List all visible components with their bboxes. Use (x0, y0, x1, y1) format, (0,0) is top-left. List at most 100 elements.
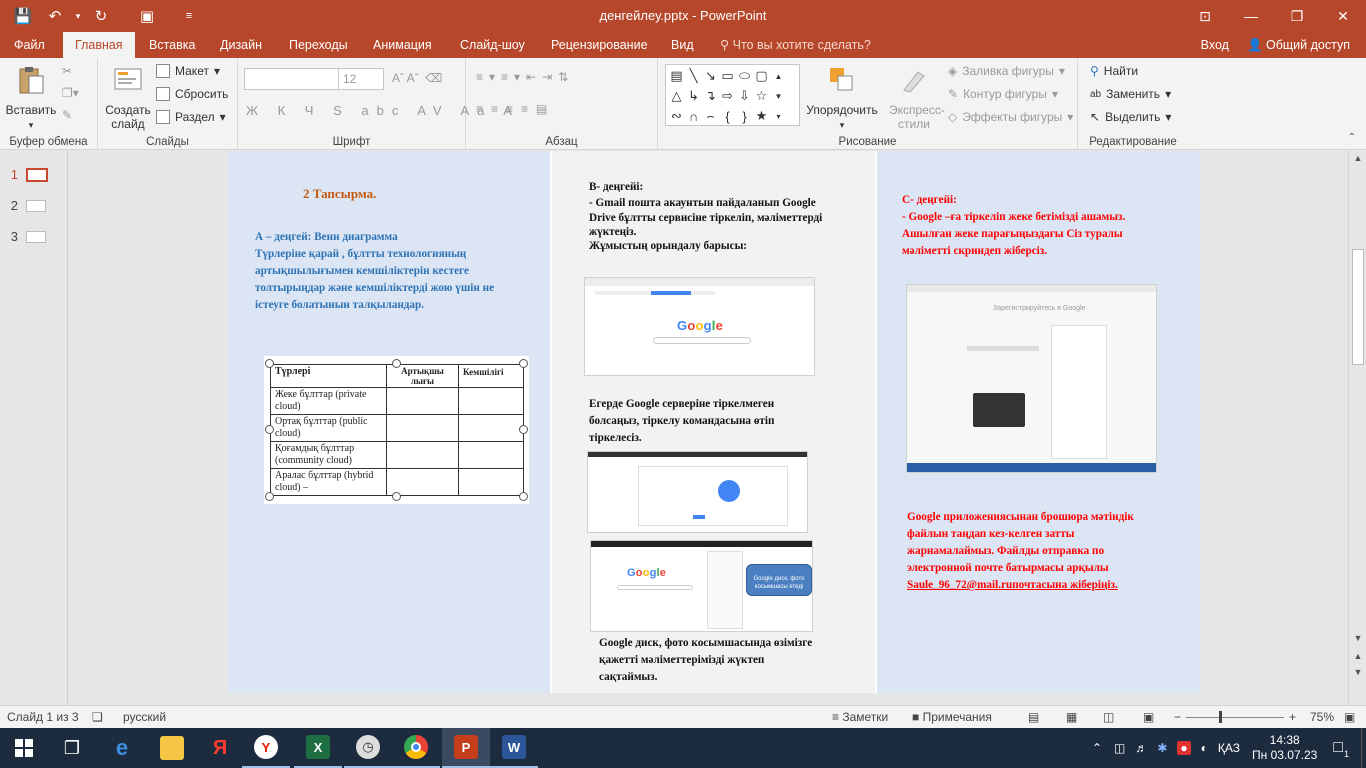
upload-line-3[interactable]: сақтаймыз. (599, 669, 657, 686)
language-indicator[interactable]: русский (123, 710, 166, 724)
zoom-in-icon[interactable]: + (1289, 710, 1296, 724)
reading-view-icon[interactable]: ◫ (1103, 710, 1114, 724)
taskbar-yandex[interactable]: Y (242, 728, 290, 768)
resize-handle[interactable] (519, 492, 528, 501)
keyboard-language[interactable]: ҚАЗ (1218, 741, 1240, 755)
freeform-shape-icon[interactable]: ∾ (668, 106, 685, 126)
minimize-icon[interactable]: — (1228, 0, 1274, 32)
slideshow-view-icon[interactable]: ▣ (1143, 710, 1154, 724)
tab-design[interactable]: Дизайн (208, 32, 274, 58)
taskbar-chrome[interactable] (392, 728, 440, 768)
table-cell[interactable] (458, 414, 524, 442)
task-title[interactable]: 2 Тапсырма. (303, 185, 376, 202)
slide-canvas[interactable]: 2 Тапсырма. А – деңгей: Венн диаграмма Т… (228, 151, 1200, 693)
triangle-shape-icon[interactable]: △ (668, 86, 685, 106)
table-header-advantages[interactable]: Артықшы лығы (386, 364, 459, 388)
vertical-scrollbar[interactable]: ▲ ▼ ▲ ▼ (1348, 151, 1366, 705)
tab-review[interactable]: Рецензирование (539, 32, 660, 58)
taskbar-powerpoint[interactable]: P (442, 728, 490, 768)
speedometer-icon[interactable]: ◐ (1201, 741, 1208, 755)
select-button[interactable]: ↖ Выделить ▾ (1090, 110, 1171, 124)
table-cell[interactable]: Ортақ бұлттар (public cloud) (270, 414, 387, 442)
tab-view[interactable]: Вид (659, 32, 706, 58)
level-a-line-3[interactable]: толтырыңдар және кемшіліктерді жою үшін … (255, 280, 494, 297)
zoom-out-icon[interactable]: − (1174, 710, 1181, 724)
level-a-line-1[interactable]: Түрлеріне қарай , бұлтты технологияның (255, 246, 466, 263)
resize-handle[interactable] (265, 359, 274, 368)
reset-button[interactable]: Сбросить (156, 87, 228, 101)
section-button[interactable]: Раздел ▾ (156, 110, 226, 124)
fit-to-window-icon[interactable]: ▣ (1344, 710, 1355, 724)
clock-display[interactable]: 14:38 Пн 03.07.23 (1252, 733, 1317, 763)
elbow-arrow-shape-icon[interactable]: ↴ (702, 86, 719, 106)
volume-icon[interactable]: ♬ (1135, 741, 1147, 755)
spellcheck-icon[interactable]: ❏ (92, 710, 103, 724)
google-apps-screenshot[interactable]: Google Google диск, фото косымшасы етеді (590, 540, 813, 632)
level-a-heading[interactable]: А – деңгей: Венн диаграмма (255, 229, 398, 246)
tab-home[interactable]: Главная (63, 32, 135, 58)
star5-shape-icon[interactable]: ★ (753, 106, 770, 126)
thumbnail-slide-3[interactable]: 3 (8, 229, 46, 244)
taskbar-excel[interactable]: X (294, 728, 342, 768)
zoom-slider-thumb[interactable] (1219, 711, 1222, 723)
grow-font-icon[interactable]: Aˆ Aˇ ⌫ (392, 71, 442, 85)
scroll-down-arrow-icon[interactable]: ▼ (1352, 633, 1364, 645)
shapes-gallery[interactable]: ▤ ╲ ↘ ▭ ⬭ ▢ ▲ △ ↳ ↴ ⇨ ⇩ ☆ ▼ ∾ ∩ ⌢{} ★ ▾ (665, 64, 800, 126)
previous-slide-icon[interactable]: ▲ (1352, 651, 1364, 663)
level-c-line-2[interactable]: Ашылған жеке парағыңыздағы Сіз туралы (902, 226, 1123, 243)
table-cell[interactable] (458, 387, 524, 415)
down-arrow-shape-icon[interactable]: ⇩ (736, 86, 753, 106)
register-line-1[interactable]: Егерде Google серверіне тіркелмеген (589, 396, 774, 413)
arrange-button[interactable]: Упорядочить ▾ (804, 64, 880, 132)
brochure-line-4[interactable]: электронной почте батырмасы арқылы (907, 560, 1109, 577)
thumbnail-slide-2[interactable]: 2 (8, 198, 46, 213)
table-cell[interactable]: Қоғамдық бұлттар (community cloud) (270, 441, 387, 469)
zoom-level[interactable]: 75% (1310, 710, 1334, 724)
google-signin-screenshot[interactable] (587, 451, 808, 533)
brochure-line-5[interactable]: Saule_96_72@mail.ruпочтасына жіберіңіз. (907, 577, 1118, 594)
copy-icon[interactable]: ❐▾ (62, 86, 79, 100)
scroll-down-icon[interactable]: ▼ (770, 86, 787, 106)
google-register-screenshot[interactable]: Зарегистрируйтесь в Google (906, 284, 1157, 473)
resize-handle[interactable] (265, 425, 274, 434)
arc-shape-icon[interactable]: ⌢ (702, 106, 719, 126)
table-cell[interactable] (458, 441, 524, 469)
scroll-up-icon[interactable]: ▲ (770, 66, 787, 86)
brochure-line-1[interactable]: Google приложениясынан брошюра мәтіндік (907, 509, 1134, 526)
recording-icon[interactable]: ● (1177, 741, 1191, 755)
star-shape-icon[interactable]: ☆ (753, 86, 770, 106)
tab-insert[interactable]: Вставка (137, 32, 207, 58)
table-cell[interactable]: Жеке бұлттар (private cloud) (270, 387, 387, 415)
paste-button[interactable]: Вставить ▾ (2, 64, 60, 132)
line-shape-icon[interactable]: ╲ (685, 66, 702, 86)
resize-handle[interactable] (265, 492, 274, 501)
task-view-button[interactable]: ❐ (48, 728, 96, 768)
tab-file[interactable]: Файл (2, 32, 57, 58)
brace-right-shape-icon[interactable]: } (736, 106, 753, 126)
register-line-3[interactable]: тіркелесіз. (589, 430, 642, 447)
table-cell[interactable] (386, 414, 459, 442)
scroll-up-arrow-icon[interactable]: ▲ (1352, 153, 1364, 165)
more-shapes-icon[interactable]: ▾ (770, 106, 787, 126)
cut-icon[interactable]: ✂ (62, 64, 72, 78)
font-size-combo[interactable]: 12 (338, 68, 384, 90)
normal-view-icon[interactable]: ▤ (1028, 710, 1039, 724)
arrow-line-shape-icon[interactable]: ↘ (702, 66, 719, 86)
comments-button[interactable]: ■ Примечания (912, 710, 992, 724)
show-desktop-button[interactable] (1361, 728, 1366, 768)
replace-button[interactable]: ab Заменить ▾ (1090, 87, 1171, 101)
list-buttons-icon[interactable]: ≡▾≡▾⇤⇥⇅ (476, 70, 574, 84)
level-c-line-1[interactable]: - Google –ға тіркеліп жеке бетімізді аша… (902, 209, 1125, 226)
shape-effects-button[interactable]: ◇ Эффекты фигуры ▾ (948, 110, 1073, 124)
textbox-shape-icon[interactable]: ▤ (668, 66, 685, 86)
brochure-line-2[interactable]: файлын таңдап кез-келген затты (907, 526, 1074, 543)
upload-line-2[interactable]: қажетті мәліметтерімізді жүктеп (599, 652, 764, 669)
font-name-combo[interactable] (244, 68, 340, 90)
level-c-line-3[interactable]: мәліметті скриндеп жіберсіз. (902, 243, 1047, 260)
format-painter-icon[interactable]: ✎ (62, 108, 72, 122)
level-c-heading[interactable]: С- деңгейі: (902, 192, 957, 209)
brace-left-shape-icon[interactable]: { (719, 106, 736, 126)
ribbon-display-options-icon[interactable]: ⊡ (1182, 0, 1228, 32)
taskbar-yandex-browser[interactable]: Я (196, 728, 244, 768)
new-slide-button[interactable]: Создать слайд (102, 64, 154, 131)
